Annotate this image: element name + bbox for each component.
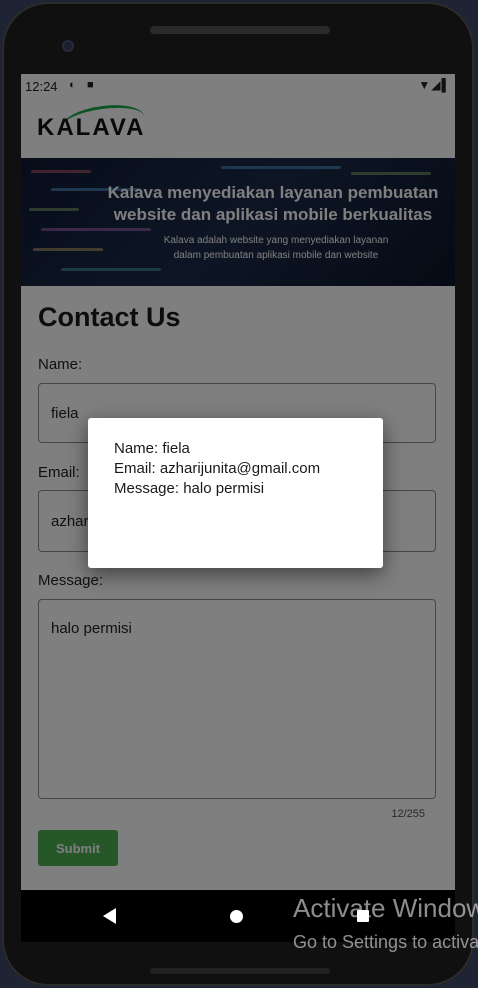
activation-watermark-subtitle: Go to Settings to activate Windows. <box>293 932 478 952</box>
dialog-name-line: Name: fiela <box>114 440 190 457</box>
activation-watermark-title: Activate Windows <box>293 893 478 923</box>
dialog-email-line: Email: azharijunita@gmail.com <box>114 460 321 477</box>
dialog-message-line: Message: halo permisi <box>114 480 265 497</box>
front-camera <box>62 40 74 52</box>
alert-dialog[interactable]: Name: fiela Email: azharijunita@gmail.co… <box>88 418 383 568</box>
earpiece-speaker <box>150 26 330 34</box>
bottom-speaker <box>150 968 330 974</box>
back-icon[interactable] <box>103 908 116 924</box>
home-icon[interactable] <box>230 910 243 923</box>
